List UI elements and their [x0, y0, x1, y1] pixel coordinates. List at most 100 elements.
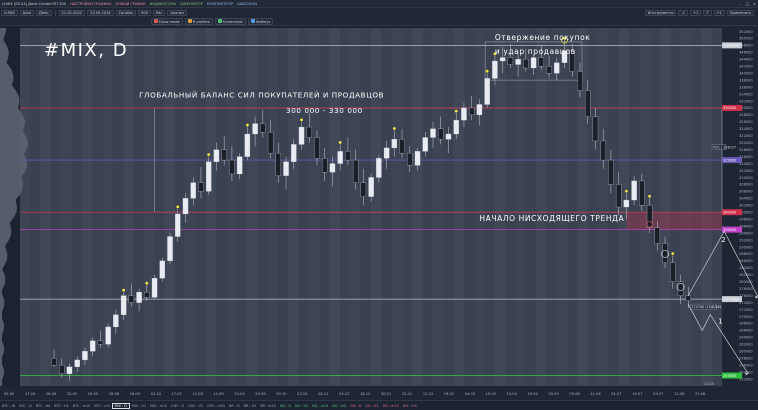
candle-body	[515, 59, 521, 65]
date-from-input[interactable]: 21.02.2022	[58, 9, 86, 16]
menu-item[interactable]: ШАБЛОНЫ	[235, 2, 259, 6]
zoom-button[interactable]: +1	[713, 9, 725, 16]
step-back-button[interactable]: -1	[678, 9, 689, 16]
y-tick-label: 268000	[739, 322, 753, 326]
instrument-tab[interactable]: BTC : H4	[34, 404, 53, 408]
close-icon[interactable]: ×	[751, 2, 758, 6]
candle-body	[229, 159, 235, 175]
instrument-tab[interactable]: BR : H1	[242, 404, 259, 408]
date-to-input[interactable]: 23.09.2024	[87, 9, 114, 16]
signal-marker	[485, 69, 489, 73]
mode-button-label: R profiles	[192, 19, 210, 24]
y-tick-label: 352000	[739, 30, 753, 34]
time-band	[350, 28, 361, 386]
candle-body	[546, 66, 552, 74]
instrument-tab[interactable]: BTC : H1	[52, 404, 71, 408]
menu-item[interactable]: НАСТРОЙКИ ГРАФИКА	[68, 2, 114, 6]
candle-body	[476, 104, 483, 116]
instrument-tab[interactable]: BR : D	[227, 404, 242, 408]
candlestick-chart[interactable]: 2520002540002560002580002600002620002640…	[0, 26, 758, 400]
candle-body	[136, 292, 142, 303]
y-tick-label: 350000	[739, 37, 753, 41]
y-tick-label: 298000	[739, 217, 753, 221]
instrument-tab[interactable]: NG : H1	[293, 404, 310, 408]
candle-body	[236, 156, 243, 175]
mode-selector[interactable]: Auto	[19, 9, 35, 16]
signal-marker	[207, 153, 211, 157]
x-tick-label: 20.05	[548, 392, 558, 396]
x-tick-label: 25.09	[255, 392, 266, 396]
instrument-tab[interactable]: NG : m15	[310, 404, 330, 408]
menubar: rt.MIX [09-24] День Candle RTI 200 НАСТРО…	[0, 0, 758, 8]
mode-button-r-profiles[interactable]: R profiles	[184, 17, 213, 25]
instrument-tab[interactable]: MIX : H1	[130, 404, 148, 408]
x-tick-label: 18.12	[360, 392, 370, 396]
menu-item[interactable]: ИНДИКАТОРЫ	[148, 2, 178, 6]
mode-button-hotkeys[interactable]: Hotkeys	[247, 17, 274, 25]
instrument-tab[interactable]: BTC : m15	[71, 404, 92, 408]
menu-item[interactable]: НОВЫЙ ГРАФИК	[113, 2, 147, 6]
bar-count-input[interactable]: 500	[138, 9, 151, 16]
instrument-tab[interactable]: BTC : m5	[92, 404, 111, 408]
candle-body	[175, 213, 181, 237]
candle-body	[654, 227, 661, 244]
signal-marker	[648, 194, 651, 198]
time-band	[598, 28, 609, 386]
apply-button[interactable]: Применить	[726, 9, 754, 16]
period-selector[interactable]: День	[36, 9, 52, 16]
instrument-tab[interactable]: CNY : D	[169, 404, 186, 408]
instrument-tab[interactable]: BTC : D	[17, 404, 33, 408]
instrument-tab[interactable]: NG : D	[278, 404, 293, 408]
candle-body	[105, 326, 111, 345]
signal-marker	[176, 205, 180, 209]
instrument-tab[interactable]: GD : m15	[381, 404, 401, 408]
candle-body	[74, 359, 80, 368]
chart-annotation: 300 000 - 330 000	[286, 106, 363, 115]
x-tick-label: 15.04	[507, 392, 518, 396]
draw-toggle[interactable]: Рис	[152, 9, 166, 16]
analysis-toggle[interactable]: Анализ	[167, 9, 187, 16]
instrument-tab[interactable]: CNY : m15	[205, 404, 227, 408]
candle-body	[554, 62, 560, 74]
instrument-tab[interactable]: BTC : W	[0, 404, 17, 408]
x-tick-label: 11.09	[213, 392, 224, 396]
instrument-tab[interactable]: GD : m5	[401, 404, 419, 408]
candle-body	[151, 278, 158, 298]
candle-body	[298, 126, 305, 145]
tools-button[interactable]: Инструменты	[644, 9, 677, 16]
x-tick-label: 29.07	[653, 392, 663, 396]
candle-body	[453, 119, 459, 135]
y-tick-label: 286000	[739, 259, 753, 263]
mode-button-screenshot[interactable]: Screenshot	[214, 17, 246, 25]
instrument-tab[interactable]: GD : D	[348, 404, 363, 408]
y-tick-label: 332000	[739, 99, 753, 103]
menu-item[interactable]: КОМПИЛЯТОР	[205, 2, 235, 6]
x-tick-label: 05.05	[4, 392, 14, 396]
mode-button-draw-mode[interactable]: Draw mode	[151, 17, 183, 25]
instrument-tab[interactable]: GD : H1	[363, 404, 380, 408]
chart-style-selector[interactable]: Candles	[115, 9, 137, 16]
y-tick-label: 322000	[739, 134, 753, 138]
y-tick-label: 308000	[739, 183, 753, 187]
candle-body	[507, 57, 514, 65]
instrument-tab[interactable]: CNY : H1	[186, 404, 205, 408]
timeframe-button[interactable]: T	[703, 9, 712, 16]
x-tick-label: 22.05	[67, 392, 77, 396]
x-tick-label: 25.05	[234, 392, 244, 396]
time-band	[123, 28, 134, 386]
instrument-tab[interactable]: BR : m15	[258, 404, 278, 408]
instrument-tab[interactable]: NG : m5	[330, 404, 348, 408]
mode-toolbar: Draw mode R profiles Screenshot Hotkeys	[0, 17, 758, 26]
maximize-icon[interactable]: □	[744, 2, 751, 6]
candle-body	[639, 180, 645, 206]
mode-button-label: Hotkeys	[255, 19, 271, 24]
instrument-tab[interactable]: MIX : m15	[148, 404, 169, 408]
candle-body	[128, 295, 135, 303]
time-band	[536, 28, 547, 386]
instrument-tab[interactable]: MIX : D	[111, 402, 130, 409]
menu-item[interactable]: СИМУЛЯТОР	[178, 2, 205, 6]
symbol-selector[interactable]: rt.MIX	[1, 9, 18, 16]
x-tick-label: 01.07	[611, 392, 621, 396]
time-band	[474, 28, 485, 386]
step-forward-button[interactable]: +1	[690, 9, 702, 16]
